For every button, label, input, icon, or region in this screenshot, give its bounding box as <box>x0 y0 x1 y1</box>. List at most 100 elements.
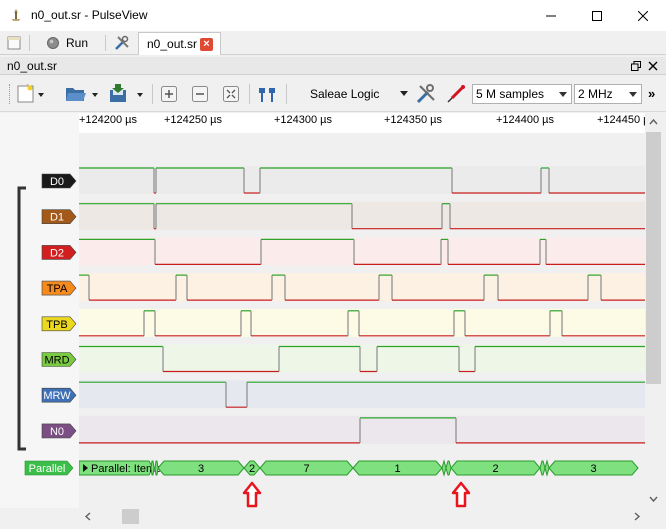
sample-count-value: 5 M samples <box>476 87 545 101</box>
channel-name: D0 <box>50 176 64 188</box>
file-tab-label: n0_out.sr <box>147 37 198 51</box>
maximize-icon <box>592 10 602 21</box>
zoom-in-button[interactable] <box>158 83 180 105</box>
decoder-small-segment <box>150 460 155 476</box>
channel-name: TPA <box>47 283 68 295</box>
window-title: n0_out.sr - PulseView <box>31 8 148 22</box>
waveform-view[interactable]: Parallel: Items 3 2 7 1 2 3 <box>79 113 645 508</box>
decoder-name: Parallel <box>29 463 66 475</box>
scroll-down-icon[interactable] <box>645 493 662 505</box>
new-session-button[interactable] <box>6 33 22 53</box>
channel-name: MRW <box>43 390 71 402</box>
channel-header-tpa[interactable]: TPA <box>41 280 77 296</box>
tab-close-icon[interactable]: × <box>200 38 213 51</box>
channel-trace-bg <box>79 166 645 194</box>
channel-trace-bg <box>79 415 645 444</box>
horizontal-scrollbar[interactable] <box>79 508 645 525</box>
channel-name: TPB <box>46 319 67 331</box>
channel-header-mrw[interactable]: MRW <box>41 387 77 403</box>
folder-open-icon <box>66 88 98 101</box>
channel-header-d1[interactable]: D1 <box>41 209 77 224</box>
cursor-markers-icon <box>259 88 275 102</box>
device-selector[interactable]: Saleae Logic <box>300 83 412 105</box>
vertical-scroll-thumb[interactable] <box>646 132 661 384</box>
decoder-small-segment <box>445 460 452 476</box>
dock-close-icon[interactable] <box>648 61 658 71</box>
channel-header-d2[interactable]: D2 <box>41 245 77 260</box>
save-button[interactable] <box>107 83 147 105</box>
sample-rate-select[interactable]: 2 MHz <box>574 84 642 104</box>
decoded-item[interactable]: 1 <box>352 460 443 476</box>
wrench-screwdriver-icon <box>416 84 435 104</box>
cursor-button[interactable] <box>255 83 279 105</box>
decoded-value: 3 <box>590 463 596 475</box>
scroll-left-icon[interactable] <box>82 508 94 525</box>
minimize-button[interactable] <box>528 0 574 31</box>
chevron-down-icon <box>559 92 567 97</box>
run-label: Run <box>66 36 89 50</box>
run-circle-icon <box>47 37 59 49</box>
channel-trace-bg <box>79 237 645 266</box>
decoder-small-segment <box>441 459 447 477</box>
channel-trace-bg <box>79 201 645 230</box>
session-toolbar: Saleae Logic 5 M samples 2 MHz » <box>0 76 666 112</box>
maximize-button[interactable] <box>574 0 620 31</box>
decoder-small-segment <box>539 460 546 476</box>
close-button[interactable] <box>620 0 666 31</box>
channel-header-mrd[interactable]: MRD <box>41 352 77 367</box>
channel-header-n0[interactable]: N0 <box>41 423 77 439</box>
dock-title: n0_out.sr <box>7 59 58 73</box>
tab-file[interactable]: n0_out.sr × <box>138 32 221 55</box>
new-view-button[interactable] <box>16 83 46 105</box>
scroll-up-icon[interactable] <box>645 116 662 128</box>
save-icon <box>110 84 143 102</box>
channel-name: MRD <box>44 355 69 367</box>
channel-trace-bg <box>79 380 645 409</box>
main-toolbar: Run n0_out.sr × <box>0 31 666 55</box>
device-config-button[interactable] <box>114 33 130 53</box>
zoom-out-button[interactable] <box>189 83 211 105</box>
trace-headers: D0 D1 D2 TPA TPB MRD MRW N0 Parallel <box>0 113 79 508</box>
chevron-down-icon <box>400 91 408 96</box>
channel-name: D2 <box>50 247 64 259</box>
dock-header: n0_out.sr <box>0 57 666 75</box>
blank-page-icon <box>7 36 21 50</box>
scroll-right-icon[interactable] <box>631 508 643 525</box>
zoom-fit-icon <box>223 86 239 102</box>
run-button[interactable]: Run <box>46 33 88 53</box>
channel-group-bracket[interactable] <box>17 186 26 451</box>
channel-header-tpb[interactable]: TPB <box>41 316 77 332</box>
open-button[interactable] <box>64 83 102 105</box>
decoded-item[interactable]: 2 <box>243 460 261 476</box>
device-settings-button[interactable] <box>414 83 438 105</box>
decoder-header-parallel[interactable]: Parallel <box>24 460 74 476</box>
red-up-arrow-marker <box>242 481 262 508</box>
chevron-down-icon <box>629 92 637 97</box>
title-bar: n0_out.sr - PulseView <box>0 0 666 31</box>
decoded-item[interactable]: 7 <box>259 460 354 476</box>
decoded-item[interactable]: 2 <box>450 460 541 476</box>
close-icon <box>638 10 648 21</box>
sample-count-select[interactable]: 5 M samples <box>472 84 572 104</box>
pulseview-logo-icon <box>12 9 20 21</box>
decoded-item[interactable]: 3 <box>548 460 639 476</box>
decoded-item[interactable]: 3 <box>157 460 245 476</box>
zoom-out-icon <box>192 86 208 102</box>
vertical-scrollbar[interactable] <box>645 113 662 508</box>
channel-trace-bg <box>79 273 645 302</box>
horizontal-scroll-thumb[interactable] <box>122 509 139 524</box>
decoded-value: 1 <box>394 463 400 475</box>
channel-trace-bg <box>79 308 645 337</box>
decoder-small-segment <box>544 459 550 477</box>
red-up-arrow-marker <box>451 481 471 508</box>
zoom-fit-button[interactable] <box>220 83 242 105</box>
toolbar-overflow-icon[interactable]: » <box>648 86 655 101</box>
new-view-icon <box>17 84 44 103</box>
probes-button[interactable] <box>444 83 468 105</box>
channel-header-d0[interactable]: D0 <box>41 173 77 189</box>
decoded-value: 2 <box>249 463 255 475</box>
channel-name: N0 <box>50 426 64 438</box>
float-window-icon[interactable] <box>631 61 641 71</box>
decoded-value: 7 <box>303 463 309 475</box>
tools-icon <box>115 35 129 50</box>
